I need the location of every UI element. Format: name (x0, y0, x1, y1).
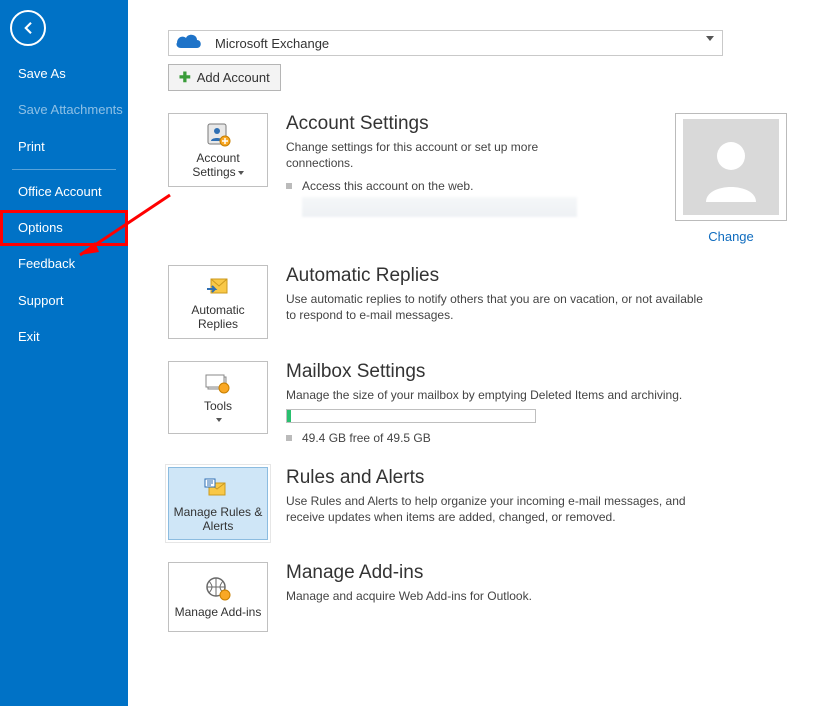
add-account-button[interactable]: ✚ Add Account (168, 64, 281, 91)
avatar-frame (675, 113, 787, 221)
mailbox-quota-row: 49.4 GB free of 49.5 GB (286, 431, 787, 445)
arrow-left-icon (19, 19, 37, 37)
mailbox-settings-desc: Manage the size of your mailbox by empty… (286, 387, 716, 403)
section-rules-alerts: Manage Rules & Alerts Rules and Alerts U… (168, 467, 787, 541)
tile-manage-addins-label: Manage Add-ins (175, 606, 262, 620)
back-button[interactable] (10, 10, 46, 46)
exchange-icon (175, 34, 203, 52)
nav-office-account[interactable]: Office Account (0, 174, 128, 210)
chevron-down-icon (706, 36, 714, 41)
tile-tools[interactable]: Tools (168, 361, 268, 435)
account-settings-desc: Change settings for this account or set … (286, 139, 546, 171)
tile-automatic-replies[interactable]: Automatic Replies (168, 265, 268, 339)
tile-manage-rules[interactable]: Manage Rules & Alerts (168, 467, 268, 541)
nav-support[interactable]: Support (0, 283, 128, 319)
bullet-icon (286, 435, 292, 441)
rules-alerts-desc: Use Rules and Alerts to help organize yo… (286, 493, 716, 525)
plus-icon: ✚ (179, 69, 191, 86)
rules-alerts-icon (202, 476, 234, 502)
avatar-placeholder-icon (683, 119, 779, 215)
chevron-down-icon (216, 418, 222, 422)
mailbox-quota-bar (286, 409, 536, 423)
nav-separator (12, 169, 116, 170)
mailbox-quota-text: 49.4 GB free of 49.5 GB (302, 431, 431, 445)
add-account-label: Add Account (197, 70, 270, 85)
account-web-url-redacted (302, 197, 577, 217)
nav-save-attachments: Save Attachments (0, 92, 128, 128)
section-account-settings: Account Settings Account Settings Change… (168, 113, 787, 243)
section-manage-addins: Manage Add-ins Manage Add-ins Manage and… (168, 562, 787, 632)
tile-manage-rules-label: Manage Rules & Alerts (173, 506, 263, 534)
chevron-down-icon (238, 171, 244, 175)
mailbox-quota-fill (287, 410, 291, 422)
nav-exit[interactable]: Exit (0, 319, 128, 355)
rules-alerts-title: Rules and Alerts (286, 467, 787, 489)
tile-automatic-replies-label: Automatic Replies (173, 304, 263, 332)
manage-addins-title: Manage Add-ins (286, 562, 787, 584)
tile-account-settings[interactable]: Account Settings (168, 113, 268, 187)
section-automatic-replies: Automatic Replies Automatic Replies Use … (168, 265, 787, 339)
automatic-replies-desc: Use automatic replies to notify others t… (286, 291, 716, 323)
tools-icon (202, 370, 234, 396)
nav-print[interactable]: Print (0, 129, 128, 165)
account-dropdown[interactable]: Microsoft Exchange (168, 30, 723, 56)
account-dropdown-label: Microsoft Exchange (215, 36, 329, 51)
tile-manage-addins[interactable]: Manage Add-ins (168, 562, 268, 632)
account-web-access-text: Access this account on the web. (302, 179, 473, 193)
automatic-replies-icon (202, 274, 234, 300)
backstage-main: Microsoft Exchange ✚ Add Account Account… (128, 0, 817, 706)
backstage-sidebar: Save As Save Attachments Print Office Ac… (0, 0, 128, 706)
account-settings-icon (202, 122, 234, 148)
manage-addins-desc: Manage and acquire Web Add-ins for Outlo… (286, 588, 716, 604)
tile-account-settings-label: Account Settings (173, 152, 263, 180)
nav-feedback[interactable]: Feedback (0, 246, 128, 282)
section-mailbox-settings: Tools Mailbox Settings Manage the size o… (168, 361, 787, 445)
change-photo-link[interactable]: Change (708, 229, 754, 244)
tile-tools-label: Tools (204, 400, 232, 428)
nav-options[interactable]: Options (0, 210, 128, 246)
addins-icon (202, 576, 234, 602)
nav-save-as[interactable]: Save As (0, 56, 128, 92)
mailbox-settings-title: Mailbox Settings (286, 361, 787, 383)
automatic-replies-title: Automatic Replies (286, 265, 787, 287)
bullet-icon (286, 183, 292, 189)
account-avatar-block: Change (675, 113, 787, 244)
